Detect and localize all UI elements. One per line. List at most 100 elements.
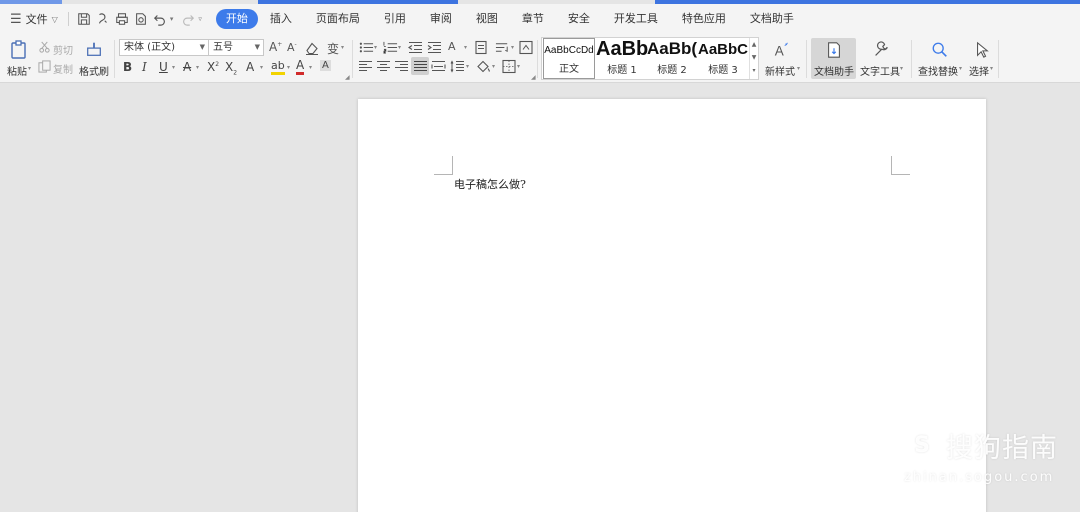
tab-view[interactable]: 视图 [464, 9, 510, 29]
line-spacing-icon[interactable] [450, 59, 465, 73]
superscript-icon[interactable]: X2 [207, 60, 219, 74]
font-color-icon[interactable]: A [296, 59, 305, 75]
numbered-dropdown-icon[interactable]: ▾ [398, 44, 401, 51]
text-effect-dropdown-icon[interactable]: ▾ [260, 64, 263, 71]
margin-corner-mark [434, 156, 453, 175]
gallery-scrollbar[interactable]: ▲ ▼ ▾ [749, 38, 758, 79]
borders-icon[interactable] [502, 59, 516, 73]
shading-dropdown-icon[interactable]: ▾ [492, 63, 495, 70]
line-spacing-wrap-icon[interactable] [494, 40, 510, 54]
tab-review[interactable]: 审阅 [418, 9, 464, 29]
change-case-dropdown-icon[interactable]: ▾ [464, 44, 467, 51]
tab-page-layout[interactable]: 页面布局 [304, 9, 372, 29]
find-replace-button[interactable]: 查找替换 [918, 63, 958, 78]
shading-icon[interactable] [476, 59, 491, 73]
tab-special-apps[interactable]: 特色应用 [670, 9, 738, 29]
wrap-dropdown-icon[interactable]: ▾ [511, 44, 514, 51]
underline-icon[interactable]: U [159, 60, 168, 74]
tab-insert[interactable]: 插入 [258, 9, 304, 29]
font-settings-icon[interactable]: ◢ [345, 74, 350, 81]
customize-toolbar-icon[interactable]: ▿ [198, 15, 202, 23]
paste-button[interactable]: 粘贴 [7, 63, 27, 78]
tab-doc-assistant[interactable]: 文档助手 [738, 9, 806, 29]
print-preview-icon[interactable] [132, 10, 150, 28]
highlight-dropdown-icon[interactable]: ▾ [287, 64, 290, 71]
new-style-button[interactable]: 新样式 [765, 63, 795, 78]
file-menu[interactable]: ☰ 文件 ▽ [0, 4, 58, 34]
strikethrough-dropdown-icon[interactable]: ▾ [196, 64, 199, 71]
distribute-icon[interactable] [431, 59, 446, 73]
output-pdf-icon[interactable] [94, 10, 112, 28]
select-button[interactable]: 选择 [969, 63, 989, 78]
align-left-icon[interactable] [358, 59, 373, 73]
style-heading-1[interactable]: AaBb 标题 1 [596, 38, 648, 79]
undo-dropdown-icon[interactable]: ▾ [170, 15, 174, 23]
tab-developer[interactable]: 开发工具 [602, 9, 670, 29]
document-page[interactable]: 电子稿怎么做? [358, 99, 986, 512]
style-heading-2[interactable]: AaBb( 标题 2 [646, 38, 698, 79]
font-name-select[interactable]: 宋体 (正文) ▼ [119, 39, 209, 56]
watermark-url: zhinan.sogou.com [904, 470, 1055, 485]
style-gallery: AaBbCcDd 正文 AaBb 标题 1 AaBb( 标题 2 AaBbC 标… [541, 37, 759, 80]
document-text[interactable]: 电子稿怎么做? [454, 176, 526, 192]
cut-button[interactable]: 剪切 [53, 42, 73, 57]
font-size-value: 五号 [213, 42, 233, 53]
tab-security[interactable]: 安全 [556, 9, 602, 29]
find-replace-dropdown-icon[interactable]: ▾ [959, 65, 962, 72]
wrench-icon[interactable] [871, 40, 891, 60]
borders-dropdown-icon[interactable]: ▾ [517, 63, 520, 70]
italic-icon[interactable]: I [142, 60, 147, 74]
character-shading-icon[interactable]: A [320, 60, 331, 71]
chevron-down-icon: ▽ [51, 14, 58, 24]
copy-button[interactable]: 复制 [53, 61, 73, 76]
paragraph-settings-icon[interactable]: ◢ [531, 74, 536, 81]
clear-formatting-icon[interactable] [305, 41, 319, 55]
text-effect-icon[interactable]: A [246, 60, 254, 74]
text-tools-button[interactable]: 文字工具 [860, 63, 900, 78]
bullet-list-icon[interactable] [358, 40, 374, 54]
bold-icon[interactable]: B [123, 60, 132, 74]
line-spacing-dropdown-icon[interactable]: ▾ [466, 63, 469, 70]
font-color-dropdown-icon[interactable]: ▾ [309, 64, 312, 71]
undo-icon[interactable] [151, 10, 169, 28]
align-center-icon[interactable] [376, 59, 391, 73]
align-right-icon[interactable] [394, 59, 409, 73]
tab-references[interactable]: 引用 [372, 9, 418, 29]
strikethrough-icon[interactable]: A [183, 60, 191, 74]
paste-dropdown-icon[interactable]: ▾ [28, 65, 31, 72]
chinese-layout-icon[interactable] [474, 40, 488, 54]
format-painter-icon[interactable] [84, 39, 104, 59]
search-icon[interactable] [930, 40, 950, 60]
redo-icon[interactable] [179, 10, 197, 28]
font-size-select[interactable]: 五号 ▼ [208, 39, 264, 56]
subscript-icon[interactable]: X2 [225, 60, 237, 76]
phonetic-dropdown-icon[interactable]: ▾ [341, 44, 344, 51]
print-icon[interactable] [113, 10, 131, 28]
style-preview: AaBbCcDd [544, 45, 594, 56]
new-style-icon[interactable]: A [772, 40, 792, 60]
paste-icon[interactable] [8, 38, 30, 60]
shrink-font-icon[interactable]: A- [287, 41, 297, 54]
doc-assistant-icon [824, 40, 844, 60]
increase-indent-icon[interactable] [427, 40, 442, 54]
new-style-dropdown-icon[interactable]: ▾ [797, 65, 800, 72]
numbered-list-icon[interactable] [382, 40, 398, 54]
decrease-indent-icon[interactable] [408, 40, 423, 54]
show-hide-marks-icon[interactable] [519, 40, 533, 54]
underline-dropdown-icon[interactable]: ▾ [172, 64, 175, 71]
highlight-icon[interactable]: ab [271, 60, 285, 75]
format-painter-button[interactable]: 格式刷 [79, 63, 109, 78]
style-heading-3[interactable]: AaBbC 标题 3 [697, 38, 749, 79]
save-icon[interactable] [75, 10, 93, 28]
phonetic-guide-icon[interactable]: 变 [327, 40, 339, 57]
cursor-arrow-icon[interactable] [973, 40, 991, 60]
tab-section[interactable]: 章节 [510, 9, 556, 29]
justify-icon[interactable] [411, 57, 429, 75]
select-dropdown-icon[interactable]: ▾ [990, 65, 993, 72]
text-tools-dropdown-icon[interactable]: ▾ [900, 65, 903, 72]
grow-font-icon[interactable]: A+ [269, 40, 282, 54]
tab-home[interactable]: 开始 [215, 9, 258, 29]
style-normal[interactable]: AaBbCcDd 正文 [543, 38, 595, 79]
bullet-dropdown-icon[interactable]: ▾ [374, 44, 377, 51]
change-case-icon[interactable]: A [448, 40, 456, 53]
